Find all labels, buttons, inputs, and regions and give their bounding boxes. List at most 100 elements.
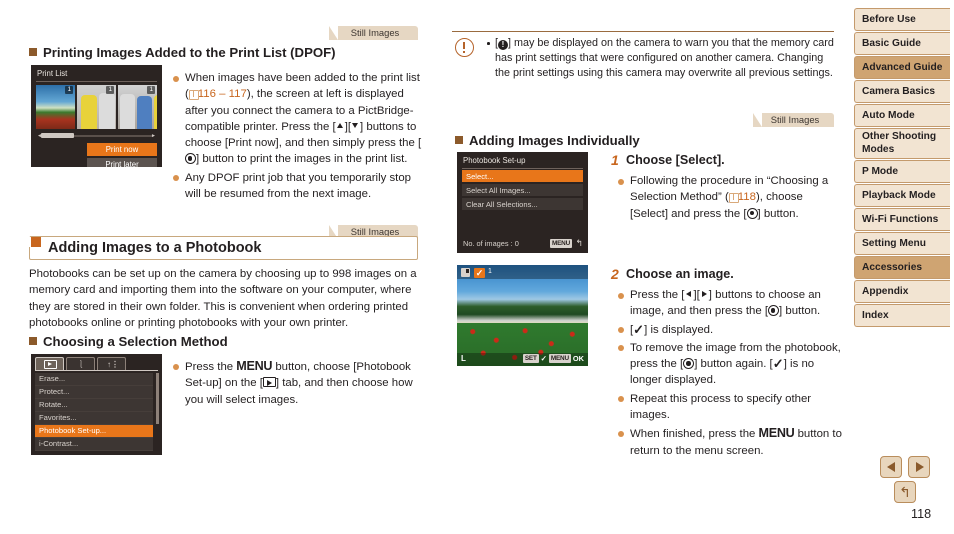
photobook-row-clear-all[interactable]: Clear All Selections... <box>462 198 583 211</box>
camera-screen-playback-menu: ⎱ ↑⋮ Erase... Protect... Rotate... Favor… <box>31 354 162 455</box>
list-item: To remove the image from the photobook, … <box>617 340 845 389</box>
list-item-text: Any DPOF print job that you temporarily … <box>185 171 412 201</box>
set-badge-icon: SET <box>522 354 539 363</box>
previous-page-button[interactable] <box>880 456 902 478</box>
sidebar-item-basic-guide[interactable]: Basic Guide <box>854 32 950 55</box>
photobook-check-badge: ✓ <box>474 267 485 278</box>
thumbnail-landscape: 1 <box>36 85 75 129</box>
dpof-bullet-list: When images have been added to the print… <box>172 70 422 204</box>
menu-tab-bar: ⎱ ↑⋮ <box>35 357 158 370</box>
note-text: ] may be displayed on the camera to warn… <box>495 37 834 80</box>
list-item: [✓] is displayed. <box>617 322 845 338</box>
heading-adding-images-photobook-box: Adding Images to a Photobook <box>29 236 418 260</box>
page-ref[interactable]: 118 <box>738 191 756 203</box>
menu-button-icon: MENU <box>236 359 273 373</box>
print-later-button[interactable]: Print later <box>87 158 157 167</box>
figure <box>137 96 152 129</box>
heading-text: Printing Images Added to the Print List … <box>43 45 336 60</box>
sidebar-item-other-shooting-modes[interactable]: Other Shooting Modes <box>854 128 950 159</box>
menu-row-protect[interactable]: Protect... <box>35 386 153 399</box>
divider <box>35 370 158 371</box>
func-set-button-icon <box>768 305 780 317</box>
image-number: 1 <box>488 268 492 275</box>
back-arrow-icon: ↰ <box>575 238 583 248</box>
book-ref-icon <box>728 192 739 203</box>
thumbnail-count: 1 <box>65 86 73 94</box>
photobook-intro-paragraph: Photobooks can be set up on the camera b… <box>29 268 417 329</box>
menu-row-photobook-setup[interactable]: Photobook Set-up... <box>35 425 153 438</box>
list-item: Press the [][] buttons to choose an imag… <box>617 287 845 320</box>
thumbnail-count: 1 <box>147 86 155 94</box>
photobook-row-select[interactable]: Select... <box>462 170 583 183</box>
scroll-indicator: ◄ ► <box>37 133 156 138</box>
tab-playback[interactable] <box>35 357 64 370</box>
divider <box>36 81 157 82</box>
camera-hint-bar: SET ✓ MENU OK <box>522 354 584 363</box>
tab-settings[interactable]: ↑⋮ <box>97 357 126 370</box>
sidebar-navigation: Before Use Basic Guide Advanced Guide Ca… <box>854 8 954 328</box>
sidebar-item-setting-menu[interactable]: Setting Menu <box>854 232 950 255</box>
menu-row-erase[interactable]: Erase... <box>35 373 153 386</box>
heading-adding-images-individually: Adding Images Individually <box>455 133 640 148</box>
sidebar-item-wifi-functions[interactable]: Wi-Fi Functions <box>854 208 950 231</box>
list-item: When images have been added to the print… <box>172 70 422 168</box>
thumbnail-count: 1 <box>106 86 114 94</box>
list-item: Repeat this process to specify other ima… <box>617 391 845 424</box>
step-2-number: 2 <box>611 266 619 282</box>
scroll-thumb <box>41 133 75 138</box>
figure <box>99 93 115 129</box>
menu-scrollbar[interactable] <box>156 373 159 452</box>
page-ref[interactable]: 117 <box>229 88 247 100</box>
down-button-icon <box>351 120 360 131</box>
sidebar-item-accessories[interactable]: Accessories <box>854 256 950 279</box>
tab-print[interactable]: ⎱ <box>66 357 95 370</box>
next-page-button[interactable] <box>908 456 930 478</box>
home-button[interactable]: ↰ <box>894 481 916 503</box>
right-button-icon <box>700 289 709 300</box>
step-1-title: Choose [Select]. <box>626 153 725 167</box>
still-images-tab-3: Still Images <box>753 113 834 127</box>
menu-row-favorites[interactable]: Favorites... <box>35 412 153 425</box>
step-2-title: Choose an image. <box>626 267 734 281</box>
sidebar-item-index[interactable]: Index <box>854 304 950 327</box>
photobook-setup-title: Photobook Set-up <box>463 156 526 165</box>
settings-tab-icon: ↑⋮ <box>107 360 119 369</box>
heading-text: Choosing a Selection Method <box>43 334 228 349</box>
photobook-image-count: No. of images : 0 <box>463 239 519 248</box>
scroll-right-icon: ► <box>151 132 156 139</box>
thumbnail-group-1: 1 <box>77 85 116 129</box>
check-hint-icon: ✓ <box>540 354 547 363</box>
menu-row-i-contrast[interactable]: i-Contrast... <box>35 438 153 451</box>
checkmark-icon: ✓ <box>772 356 784 372</box>
still-images-tab-1: Still Images <box>329 26 418 40</box>
sidebar-item-p-mode[interactable]: P Mode <box>854 160 950 183</box>
menu-row-rotate[interactable]: Rotate... <box>35 399 153 412</box>
camera-screen-print-list: Print List 1 1 1 ◄ ► Print now Print lat… <box>31 65 162 167</box>
section-marker-icon <box>29 337 37 345</box>
figure <box>154 95 157 129</box>
sidebar-item-auto-mode[interactable]: Auto Mode <box>854 104 950 127</box>
print-now-button[interactable]: Print now <box>87 143 157 156</box>
note-bullet-dot <box>487 42 490 45</box>
thumbnail-strip: 1 1 1 <box>36 85 157 129</box>
sidebar-item-before-use[interactable]: Before Use <box>854 8 950 31</box>
sidebar-item-playback-mode[interactable]: Playback Mode <box>854 184 950 207</box>
sidebar-item-appendix[interactable]: Appendix <box>854 280 950 303</box>
heading-text: Adding Images Individually <box>469 133 640 148</box>
figure <box>81 95 97 129</box>
section-marker-icon <box>29 48 37 56</box>
book-ref-icon <box>188 89 199 100</box>
sidebar-item-advanced-guide[interactable]: Advanced Guide <box>854 56 950 79</box>
warning-note-text: [!] may be displayed on the camera to wa… <box>487 36 835 82</box>
list-item: Press the MENU button, choose [Photobook… <box>172 358 422 408</box>
camera-screen-photobook-setup: Photobook Set-up Select... Select All Im… <box>457 152 588 253</box>
memory-card-icon <box>461 268 470 277</box>
ok-hint-label: OK <box>572 354 584 363</box>
sidebar-item-camera-basics[interactable]: Camera Basics <box>854 80 950 103</box>
func-set-button-icon <box>185 153 196 165</box>
figure <box>120 94 135 129</box>
page-ref[interactable]: 116 <box>198 88 216 100</box>
step-2-bullet-list: Press the [][] buttons to choose an imag… <box>617 287 845 461</box>
photobook-row-select-all[interactable]: Select All Images... <box>462 184 583 197</box>
checkmark-icon: ✓ <box>633 321 645 337</box>
